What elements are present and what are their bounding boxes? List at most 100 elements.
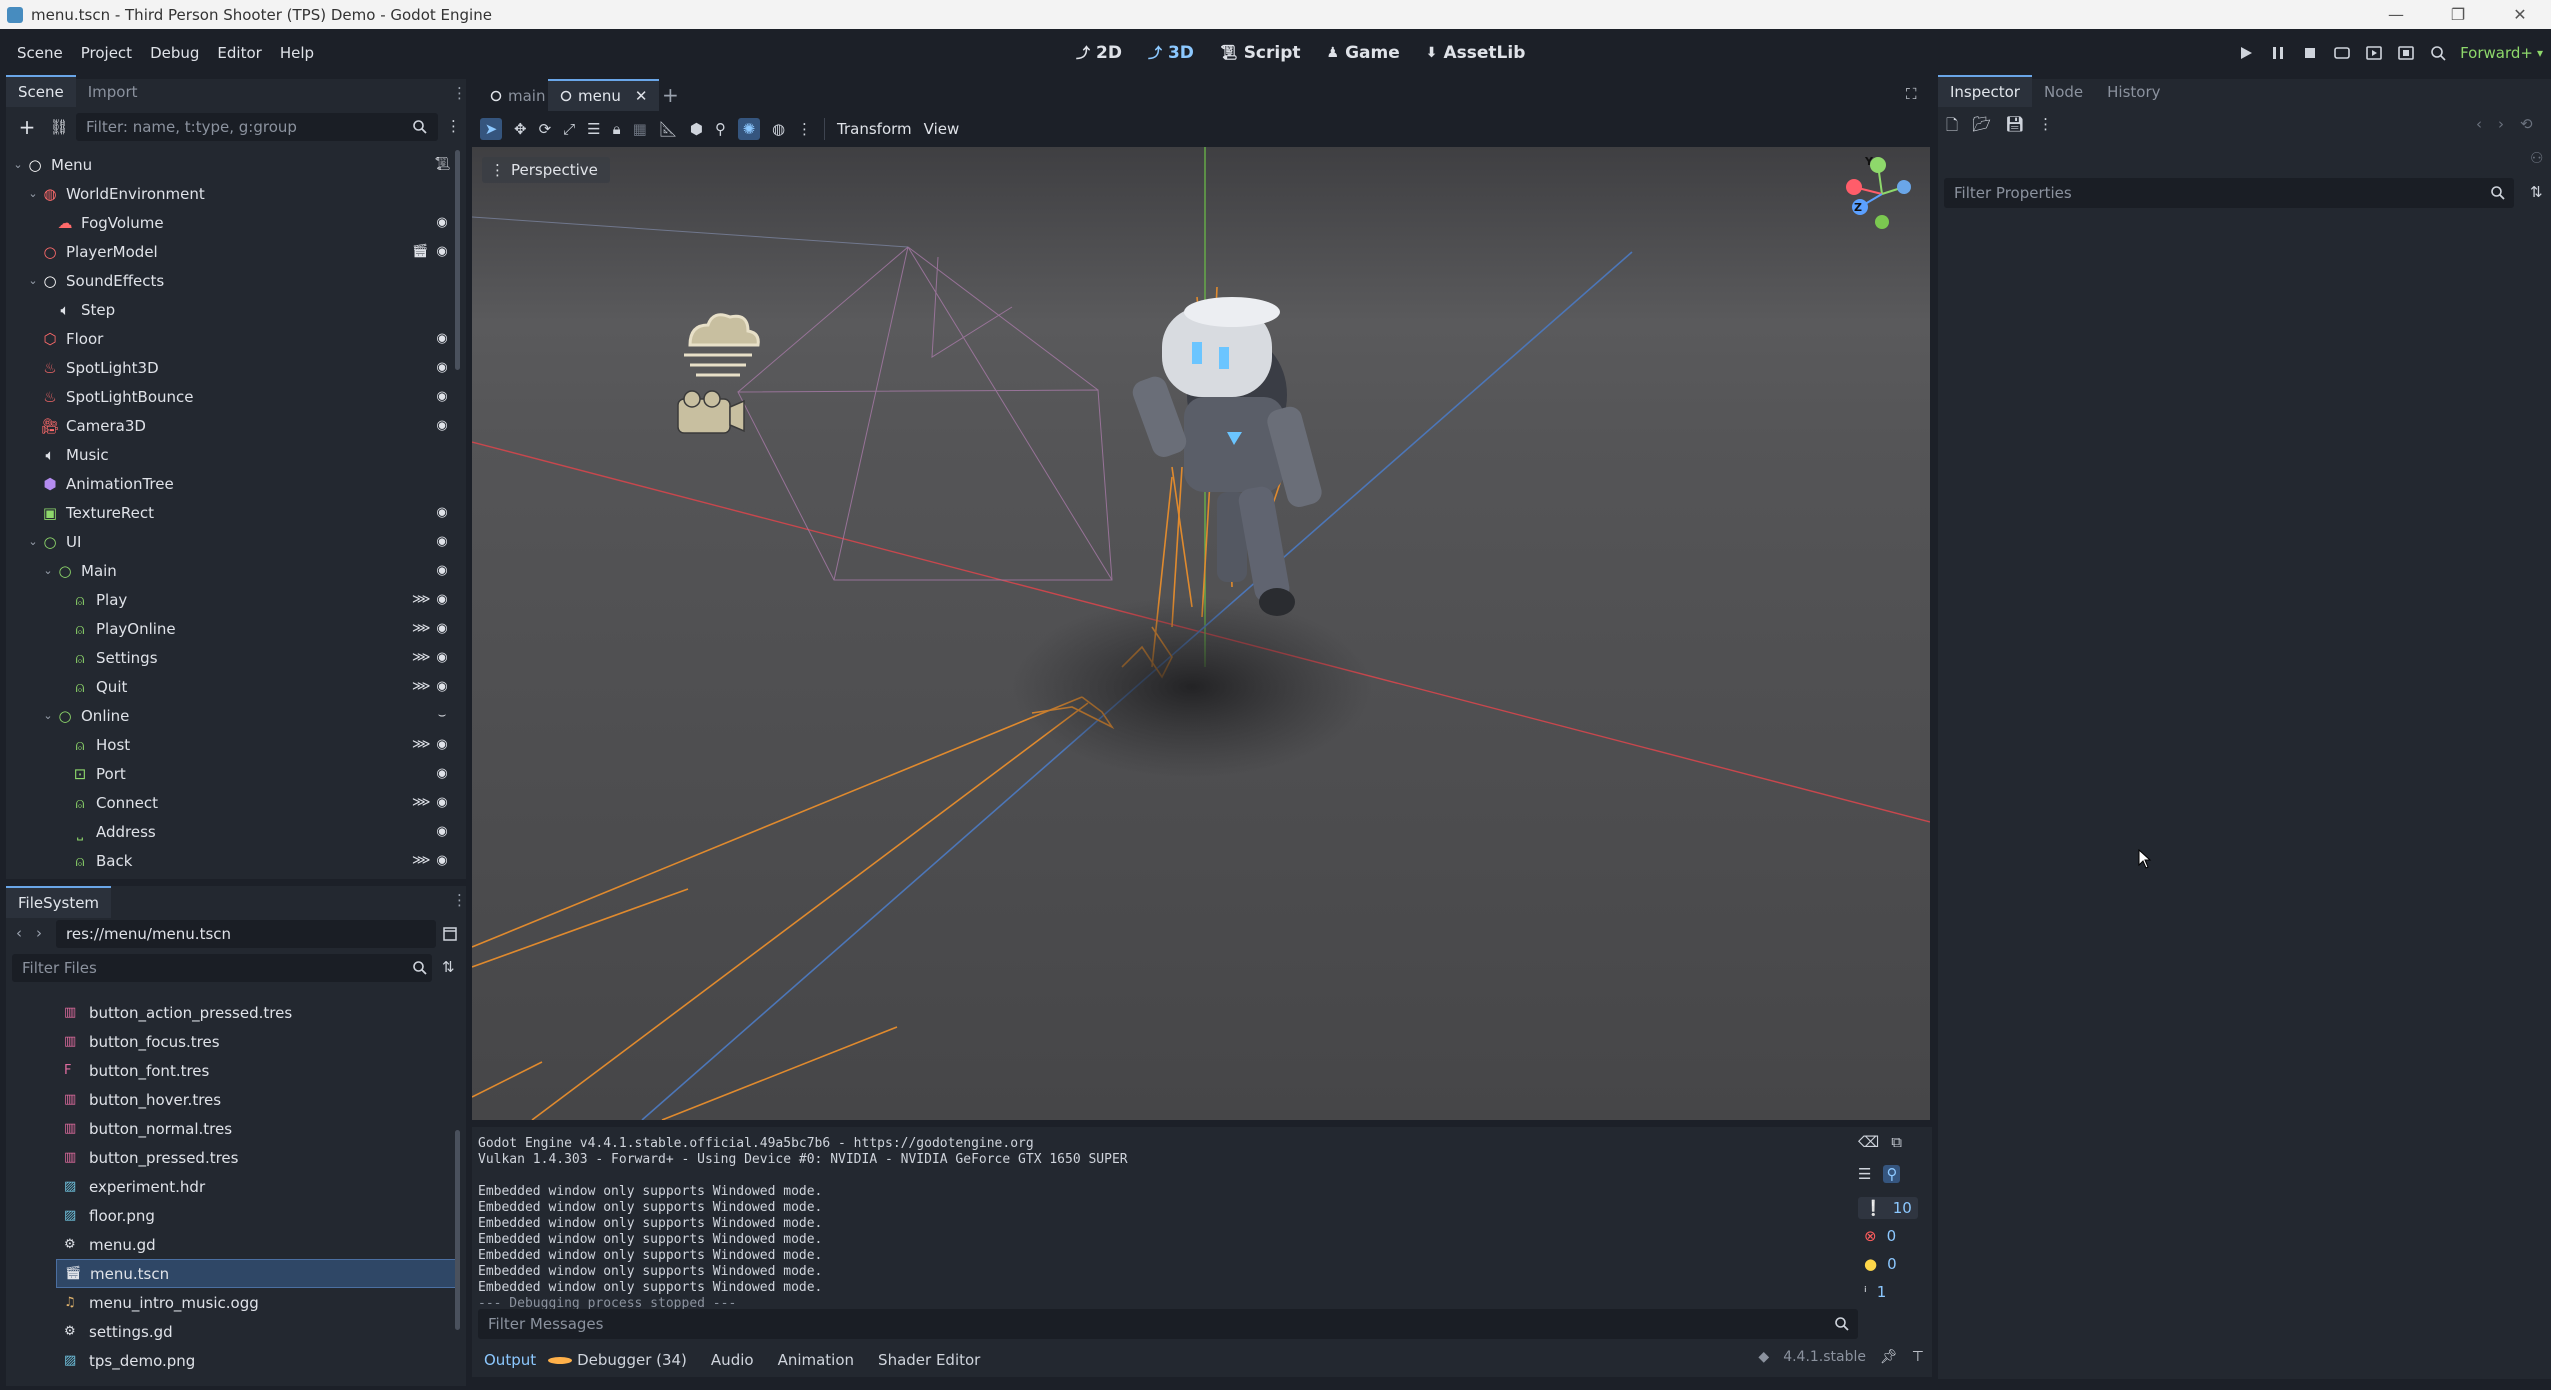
rotate-tool-icon[interactable]: ⟳: [539, 120, 552, 138]
signal-icon[interactable]: ⋙: [412, 650, 431, 665]
tree-node[interactable]: ⍝ Back ⋙ ◉: [6, 846, 458, 875]
tree-node[interactable]: ♨ SpotLightBounce ◉: [6, 382, 458, 411]
close-tab-icon[interactable]: ✕: [635, 87, 648, 105]
tree-node[interactable]: ⊡ Port ◉: [6, 759, 458, 788]
filter-messages-input[interactable]: Filter Messages: [478, 1309, 1858, 1339]
dock-menu-icon[interactable]: ⋮: [452, 84, 467, 102]
tab-import[interactable]: Import: [76, 77, 150, 107]
scale-tool-icon[interactable]: ⤢: [563, 120, 575, 138]
clear-log-icon[interactable]: ⌫: [1858, 1133, 1879, 1151]
eye-icon[interactable]: ◉: [434, 389, 450, 404]
tree-node[interactable]: ⍝ Connect ⋙ ◉: [6, 788, 458, 817]
workspace-assetlib[interactable]: ⬇ AssetLib: [1418, 43, 1534, 63]
file-list-scrollbar[interactable]: [455, 1130, 460, 1330]
3d-viewport[interactable]: Y Z ⋮ Perspective: [472, 147, 1930, 1120]
file-item[interactable]: ▨ tps_demo.png: [64, 1346, 474, 1375]
save-resource-icon[interactable]: 💾︎: [2005, 115, 2024, 140]
chevron-down-icon[interactable]: ⌄: [25, 187, 41, 200]
file-item[interactable]: ▥ button_normal.tres: [64, 1114, 474, 1143]
play-custom-scene-icon[interactable]: [2390, 37, 2422, 69]
inspector-sort-icon[interactable]: ⇅: [2530, 183, 2543, 201]
ruler-icon[interactable]: 📐︎: [659, 120, 678, 138]
close-icon[interactable]: ✕: [2489, 0, 2551, 29]
file-item[interactable]: ▥ button_pressed.tres: [64, 1143, 474, 1172]
add-tab-icon[interactable]: +: [662, 83, 679, 107]
scene-tree-scrollbar[interactable]: [455, 150, 460, 370]
tab-inspector[interactable]: Inspector: [1938, 75, 2032, 107]
file-item[interactable]: ⚙ menu.gd: [64, 1230, 474, 1259]
tab-history[interactable]: History: [2095, 77, 2172, 107]
movie-maker-icon[interactable]: [2422, 37, 2454, 69]
tree-node[interactable]: ⬡ Floor ◉: [6, 324, 458, 353]
tree-node[interactable]: ○ PlayerModel 🎬︎ ◉: [6, 237, 458, 266]
workspace-script[interactable]: 📜︎ Script: [1212, 43, 1309, 63]
eye-icon[interactable]: ◉: [434, 824, 450, 839]
filter-errors-toggle[interactable]: ⊗ 0: [1858, 1225, 1902, 1247]
group-icon[interactable]: ▦: [633, 120, 647, 138]
link-icon[interactable]: ⛓: [48, 116, 70, 138]
script-icon[interactable]: 📜︎: [434, 157, 451, 172]
view-menu[interactable]: View: [924, 120, 960, 138]
file-item[interactable]: ▥ button_action_pressed.tres: [64, 998, 474, 1027]
signal-icon[interactable]: ⋙: [412, 621, 431, 636]
distraction-free-icon[interactable]: ⛶: [1906, 85, 1917, 103]
filter-info-toggle[interactable]: ⁱ1: [1858, 1281, 1892, 1303]
object-history-icon[interactable]: ⟲: [2520, 115, 2533, 133]
output-log[interactable]: Godot Engine v4.4.1.stable.official.49a5…: [478, 1136, 1853, 1311]
tree-node[interactable]: ⍝ Host ⋙ ◉: [6, 730, 458, 759]
file-item[interactable]: 🎬︎ menu.tscn: [56, 1259, 456, 1288]
tree-node[interactable]: ⌄ ◍ WorldEnvironment: [6, 179, 458, 208]
filter-messages-toggle[interactable]: ❕ 10: [1858, 1197, 1918, 1219]
tree-node[interactable]: ☁ FogVolume ◉: [6, 208, 458, 237]
snap-icon[interactable]: ⚲: [715, 120, 726, 138]
bottom-tab[interactable]: Shader Editor: [866, 1351, 992, 1369]
tree-node[interactable]: ⬢ AnimationTree: [6, 469, 458, 498]
signal-icon[interactable]: ⋙: [412, 592, 431, 607]
perspective-menu[interactable]: ⋮ Perspective: [482, 157, 610, 183]
play-icon[interactable]: [2230, 37, 2262, 69]
eye-icon[interactable]: ◉: [434, 244, 450, 259]
expand-panel-icon[interactable]: ⊤: [1912, 1349, 1924, 1365]
filesystem-filter-input[interactable]: Filter Files: [12, 954, 432, 982]
pause-icon[interactable]: [2262, 37, 2294, 69]
play-scene-icon[interactable]: [2358, 37, 2390, 69]
eye-icon[interactable]: ◉: [434, 737, 450, 752]
minimize-icon[interactable]: —: [2365, 0, 2427, 29]
signal-icon[interactable]: ⋙: [412, 737, 431, 752]
file-item[interactable]: ⚙ settings.gd: [64, 1317, 474, 1346]
renderer-select[interactable]: Forward+: [2460, 44, 2533, 62]
sun-toggle-icon[interactable]: ✺: [737, 118, 760, 140]
toolbar-menu-icon[interactable]: ⋮: [797, 120, 812, 138]
dock-menu-icon[interactable]: ⋮: [452, 891, 467, 909]
file-item[interactable]: ▨ experiment.hdr: [64, 1172, 474, 1201]
eye-icon[interactable]: ◉: [434, 621, 450, 636]
tree-node[interactable]: ⌄ ○ UI ◉: [6, 527, 458, 556]
tab-menu[interactable]: menu ✕: [548, 79, 660, 111]
tree-node[interactable]: ♨ SpotLight3D ◉: [6, 353, 458, 382]
tree-node[interactable]: ⌄ ○ Menu 📜︎: [6, 150, 458, 179]
new-resource-icon[interactable]: 🗋︎: [1946, 115, 1958, 140]
forward-arrow-icon[interactable]: ›: [36, 924, 42, 942]
file-item[interactable]: ▥ button_focus.tres: [64, 1027, 474, 1056]
open-resource-icon[interactable]: 📂︎: [1972, 115, 1991, 140]
bottom-tab[interactable]: Animation: [766, 1351, 866, 1369]
tree-node[interactable]: ⍝ PlayOnline ⋙ ◉: [6, 614, 458, 643]
chevron-down-icon[interactable]: ⌄: [10, 158, 26, 171]
history-forward-icon[interactable]: ›: [2498, 115, 2504, 133]
chevron-down-icon[interactable]: ⌄: [25, 274, 41, 287]
chevron-down-icon[interactable]: ⌄: [40, 564, 56, 577]
tree-node[interactable]: 🎥︎ Camera3D ◉: [6, 411, 458, 440]
collapse-icon[interactable]: ☰: [1858, 1165, 1871, 1183]
tree-node[interactable]: ⎵ Address ◉: [6, 817, 458, 846]
tree-node[interactable]: 🔈︎ Step: [6, 295, 458, 324]
tree-node[interactable]: ⍝ Play ⋙ ◉: [6, 585, 458, 614]
eye-icon[interactable]: ◉: [434, 795, 450, 810]
scene-options-icon[interactable]: ⋮: [446, 117, 461, 135]
workspace-game[interactable]: ♟ Game: [1319, 43, 1408, 63]
tree-node[interactable]: ⌄ ○ Main ◉: [6, 556, 458, 585]
bottom-tab[interactable]: Debugger (34): [577, 1351, 699, 1369]
filter-warnings-toggle[interactable]: ● 0: [1858, 1253, 1903, 1275]
select-tool-icon[interactable]: ➤: [480, 118, 502, 140]
menu-debug[interactable]: Debug: [141, 44, 208, 62]
eye-icon[interactable]: ◉: [434, 563, 450, 578]
